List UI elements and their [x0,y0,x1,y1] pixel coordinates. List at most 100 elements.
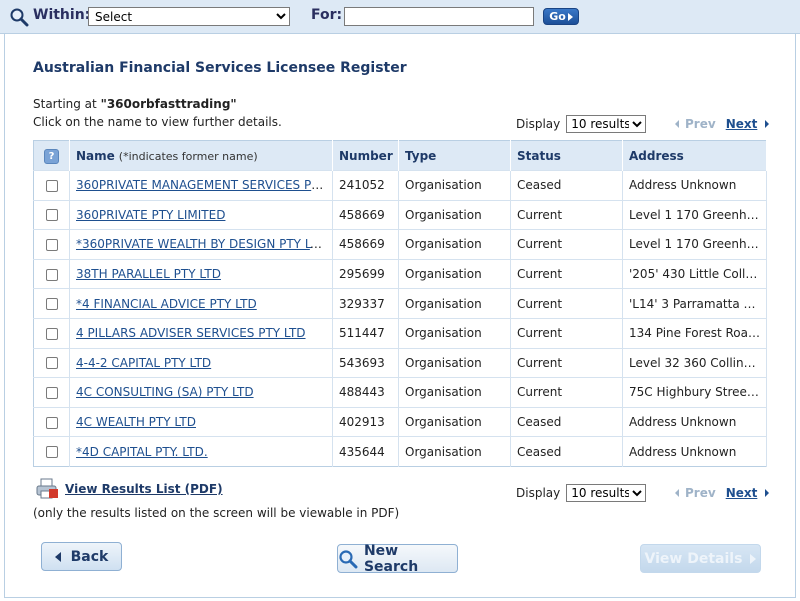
display-label: Display [516,486,561,500]
address-cell: 'L14' 3 Parramatta Square PARRAMATTA [622,288,767,319]
row-checkbox[interactable] [45,357,58,370]
licensee-name-link[interactable]: *360PRIVATE WEALTH BY DESIGN PTY LTD [76,237,326,251]
row-select-cell [33,317,70,349]
type-cell: Organisation [398,288,511,319]
address-cell: Address Unknown [622,406,767,437]
row-checkbox[interactable] [45,238,58,251]
licensee-name-link[interactable]: 360PRIVATE PTY LIMITED [76,208,225,222]
display-select[interactable]: 10 results [566,484,647,502]
number-cell: 543693 [332,347,399,378]
type-cell: Organisation [398,199,511,230]
go-button-label: Go [549,10,566,23]
address-cell: 75C Highbury Street PROSPECT [622,377,767,408]
next-link[interactable]: Next [726,486,770,500]
next-link[interactable]: Next [726,117,770,131]
row-select-cell [33,170,70,201]
table-row: *4D CAPITAL PTY. LTD. 435644 Organisatio… [33,436,767,467]
status-cell: Current [510,229,623,260]
printer-pdf-icon [36,478,58,499]
status-cell: Current [510,347,623,378]
type-header: Type [398,140,511,171]
pager-bottom: Prev Next [675,486,770,500]
go-button[interactable]: Go [543,8,579,25]
search-bar: Within: Select For: Go [0,0,800,34]
address-cell: '205' 430 Little Collins Street MELBOURN… [622,258,767,289]
row-checkbox[interactable] [45,179,58,192]
row-checkbox[interactable] [45,416,58,429]
display-control-bottom: Display 10 results [516,484,647,502]
name-cell: 4 PILLARS ADVISER SERVICES PTY LTD [69,317,333,349]
licensee-name-link[interactable]: 38TH PARALLEL PTY LTD [76,267,221,281]
row-select-cell [33,199,70,230]
help-header[interactable]: ? [33,140,70,171]
starting-at-label: Starting at [33,97,97,111]
table-row: *4 FINANCIAL ADVICE PTY LTD 329337 Organ… [33,288,767,319]
address-cell: Address Unknown [622,170,767,201]
row-checkbox[interactable] [45,327,58,340]
licensee-name-link[interactable]: 360PRIVATE MANAGEMENT SERVICES PTY LTD [76,178,332,192]
next-label: Next [725,486,758,500]
within-select[interactable]: Select [88,7,290,26]
table-row: 4-4-2 CAPITAL PTY LTD 543693 Organisatio… [33,347,767,378]
row-checkbox[interactable] [45,298,58,311]
for-label: For: [311,7,343,23]
new-search-button[interactable]: New Search [337,542,458,575]
number-cell: 511447 [332,317,399,349]
number-cell: 435644 [332,436,399,467]
row-checkbox[interactable] [45,446,58,459]
licensee-name-link[interactable]: *4 FINANCIAL ADVICE PTY LTD [76,297,257,311]
pdf-note: (only the results listed on the screen w… [33,506,400,520]
chevron-left-icon [675,120,679,128]
type-cell: Organisation [398,406,511,437]
results-table: ? Name (*indicates former name) Number Ty… [33,140,767,467]
number-cell: 458669 [332,199,399,230]
new-search-button-label: New Search [363,542,419,575]
next-label: Next [725,117,758,131]
back-button[interactable]: Back [41,542,122,571]
prev-label: Prev [685,486,716,500]
row-checkbox[interactable] [45,209,58,222]
type-cell: Organisation [398,436,511,467]
status-header: Status [510,140,623,171]
licensee-name-link[interactable]: 4C WEALTH PTY LTD [76,415,196,429]
table-row: 38TH PARALLEL PTY LTD 295699 Organisatio… [33,258,767,289]
name-header: Name (*indicates former name) [69,140,333,171]
row-select-cell [33,288,70,319]
licensee-name-link[interactable]: 4 PILLARS ADVISER SERVICES PTY LTD [76,326,306,340]
view-results-pdf-link[interactable]: View Results List (PDF) [65,482,223,496]
view-details-button[interactable]: View Details [640,544,761,573]
prev-link[interactable]: Prev [675,486,716,500]
address-cell: Address Unknown [622,436,767,467]
type-cell: Organisation [398,258,511,289]
row-select-cell [33,377,70,408]
prev-link[interactable]: Prev [675,117,716,131]
address-cell: 134 Pine Forest Road ARMIDALE [622,317,767,349]
arrow-right-icon [750,553,757,564]
arrow-left-icon [54,551,61,562]
row-select-cell [33,406,70,437]
row-checkbox[interactable] [45,386,58,399]
licensee-name-link[interactable]: *4D CAPITAL PTY. LTD. [76,445,208,459]
table-row: 4C WEALTH PTY LTD 402913 Organisation Ce… [33,406,767,437]
display-select[interactable]: 10 results [566,115,647,133]
number-cell: 402913 [332,406,399,437]
licensee-name-link[interactable]: 4C CONSULTING (SA) PTY LTD [76,385,254,399]
starting-at-text: Starting at "360orbfasttrading" [33,97,237,111]
address-cell: Level 1 170 Greenhill Road PARKSIDE [622,199,767,230]
help-icon[interactable]: ? [44,148,59,164]
name-cell: 4-4-2 CAPITAL PTY LTD [69,347,333,378]
within-label: Within: [33,7,91,23]
status-cell: Ceased [510,406,623,437]
number-cell: 488443 [332,377,399,408]
display-label: Display [516,117,561,131]
status-cell: Current [510,317,623,349]
starting-at-value: "360orbfasttrading" [100,97,237,111]
type-cell: Organisation [398,170,511,201]
row-checkbox[interactable] [45,268,58,281]
number-cell: 241052 [332,170,399,201]
name-cell: 360PRIVATE MANAGEMENT SERVICES PTY LTD [69,170,333,201]
prev-label: Prev [685,117,716,131]
licensee-name-link[interactable]: 4-4-2 CAPITAL PTY LTD [76,356,211,370]
chevron-right-icon [765,120,770,128]
search-input[interactable] [344,7,534,26]
